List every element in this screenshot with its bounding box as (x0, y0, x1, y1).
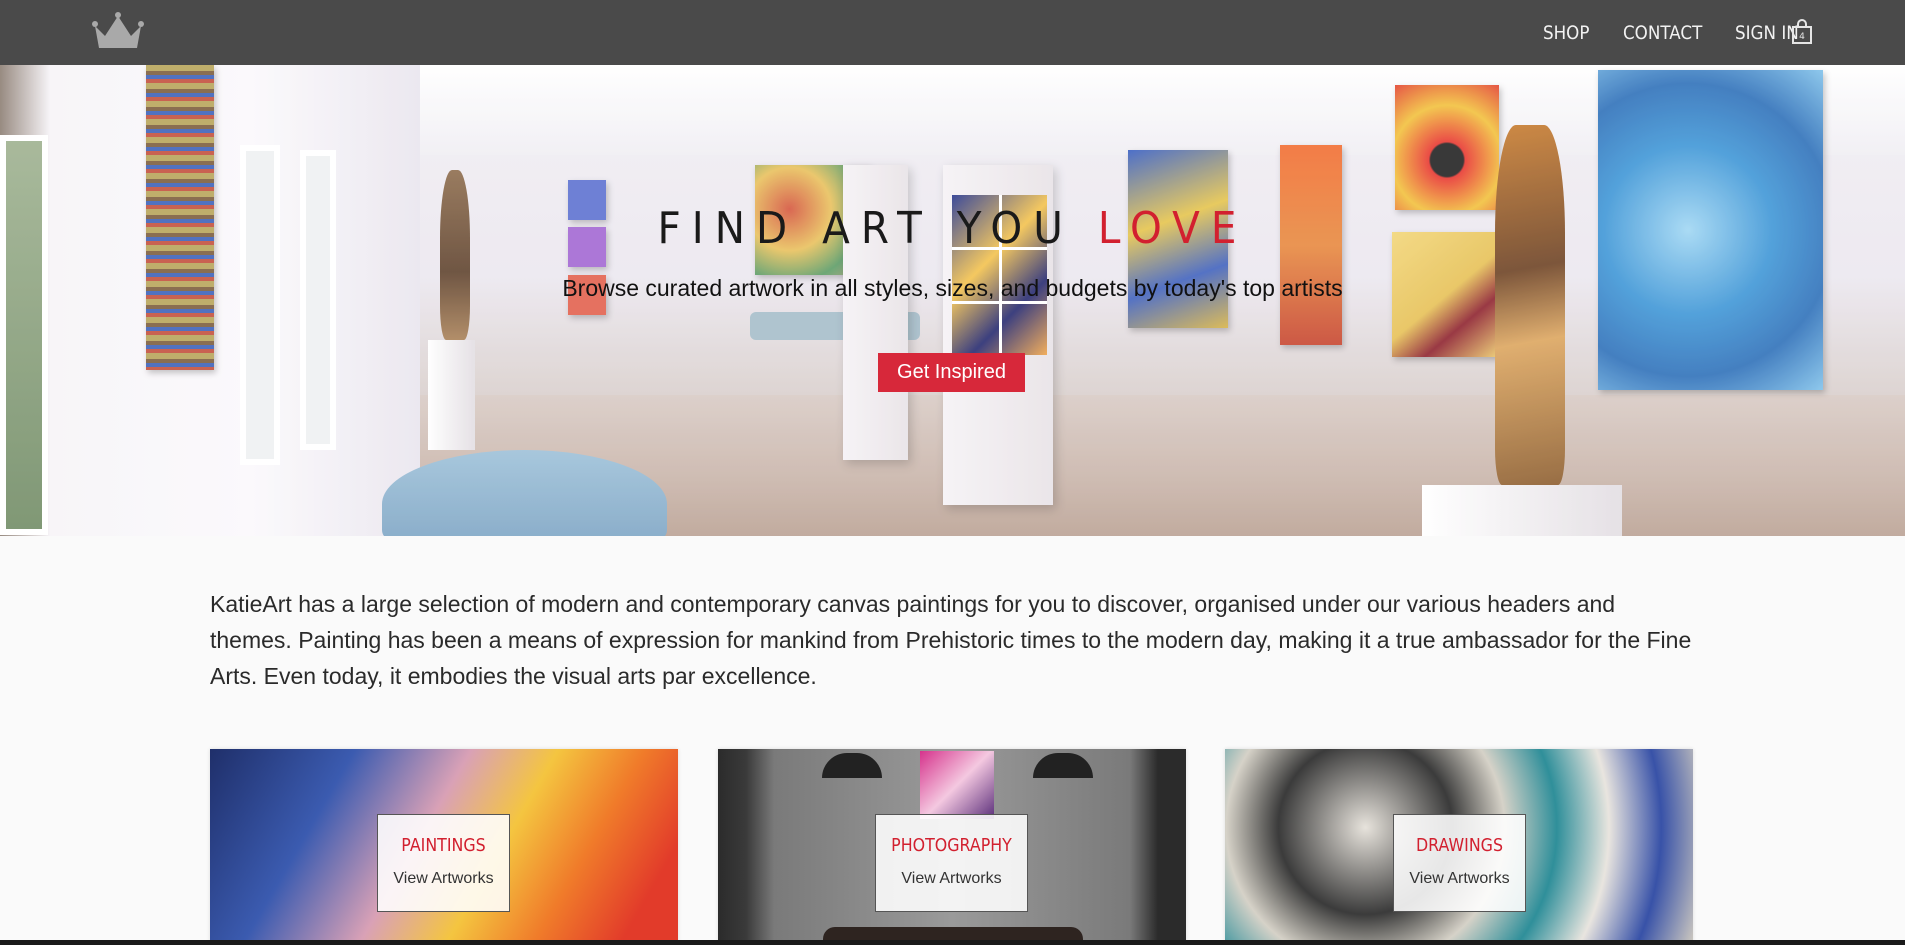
poster-image (920, 751, 994, 819)
top-navbar: SHOP CONTACT SIGN IN 4 (0, 0, 1905, 65)
hero-title: FIND ART YOU LOVE (76, 203, 1829, 254)
category-label[interactable]: DRAWINGS View Artworks (1393, 814, 1526, 912)
nav-shop-link[interactable]: SHOP (1543, 22, 1589, 44)
crown-icon[interactable] (91, 12, 145, 52)
category-card-photography[interactable]: PHOTOGRAPHY View Artworks (718, 749, 1186, 945)
nav-contact-link[interactable]: CONTACT (1623, 22, 1702, 44)
lamp-image (822, 753, 882, 778)
category-card-drawings[interactable]: DRAWINGS View Artworks (1225, 749, 1693, 945)
view-artworks-link[interactable]: View Artworks (378, 870, 509, 888)
hero-banner: FIND ART YOU LOVE Browse curated artwork… (0, 65, 1905, 536)
category-label[interactable]: PHOTOGRAPHY View Artworks (875, 814, 1028, 912)
get-inspired-button[interactable]: Get Inspired (878, 353, 1025, 392)
category-label[interactable]: PAINTINGS View Artworks (377, 814, 510, 912)
lamp-image (1033, 753, 1093, 778)
hero-subtitle: Browse curated artwork in all styles, si… (562, 275, 1343, 301)
view-artworks-link[interactable]: View Artworks (876, 870, 1027, 888)
nav-sign-in-link[interactable]: SIGN IN (1735, 22, 1799, 44)
category-title: PHOTOGRAPHY (891, 835, 1012, 856)
cart-count: 4 (1799, 32, 1805, 42)
category-card-paintings[interactable]: PAINTINGS View Artworks (210, 749, 678, 945)
view-artworks-link[interactable]: View Artworks (1394, 870, 1525, 888)
intro-paragraph: KatieArt has a large selection of modern… (210, 591, 1692, 689)
hero-title-accent: LOVE (1097, 203, 1248, 254)
shopping-bag-icon[interactable]: 4 (1791, 19, 1813, 45)
category-title: PAINTINGS (401, 835, 486, 856)
hero-title-main: FIND ART YOU (657, 203, 1098, 254)
category-title: DRAWINGS (1415, 835, 1504, 856)
bottom-edge (0, 940, 1905, 945)
